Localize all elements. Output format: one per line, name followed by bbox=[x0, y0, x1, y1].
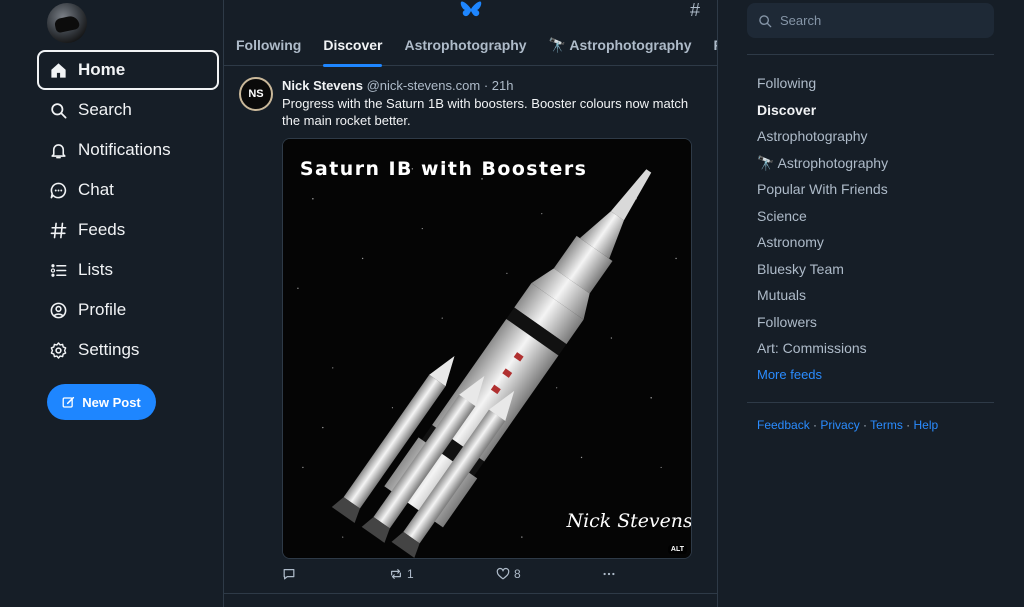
nav-item-settings[interactable]: Settings bbox=[37, 330, 219, 370]
like-button[interactable]: 8 bbox=[496, 567, 521, 581]
tab-discover[interactable]: Discover bbox=[312, 30, 393, 67]
left-sidebar: Home Search Notifications Chat Feeds Lis… bbox=[0, 0, 223, 607]
tab-following[interactable]: Following bbox=[224, 30, 312, 66]
nav-item-search[interactable]: Search bbox=[37, 90, 219, 130]
new-post-button[interactable]: New Post bbox=[47, 384, 156, 420]
profile-icon bbox=[47, 299, 69, 321]
feed-item-bluesky-team[interactable]: Bluesky Team bbox=[757, 259, 888, 286]
bluesky-butterfly-icon[interactable] bbox=[459, 0, 483, 20]
main-feed-column: # Following Discover Astrophotography 🔭 … bbox=[223, 0, 718, 607]
new-post-label: New Post bbox=[82, 394, 141, 410]
heart-icon bbox=[496, 567, 510, 580]
feedback-link[interactable]: Feedback bbox=[757, 418, 810, 432]
nav-label-notifications: Notifications bbox=[78, 140, 171, 159]
feed-item-science[interactable]: Science bbox=[757, 206, 888, 233]
author-name[interactable]: Nick Stevens bbox=[282, 78, 363, 93]
image-signature: Nick Stevens bbox=[566, 510, 691, 532]
post-card[interactable]: NS Nick Stevens @nick-stevens.com · 21h … bbox=[224, 67, 717, 594]
nav-item-profile[interactable]: Profile bbox=[37, 290, 219, 330]
nav-item-home[interactable]: Home bbox=[37, 50, 219, 90]
nav-label-lists: Lists bbox=[78, 260, 113, 279]
feed-item-mutuals[interactable]: Mutuals bbox=[757, 285, 888, 312]
nav-item-lists[interactable]: Lists bbox=[37, 250, 219, 290]
tab-telescope-astrophotography[interactable]: 🔭 Astrophotography bbox=[538, 30, 703, 66]
feed-item-following[interactable]: Following bbox=[757, 73, 888, 100]
nav-item-notifications[interactable]: Notifications bbox=[37, 130, 219, 170]
repost-button[interactable]: 1 bbox=[389, 567, 414, 581]
repost-count: 1 bbox=[407, 567, 414, 581]
feed-item-art-commissions[interactable]: Art: Commissions bbox=[757, 338, 888, 365]
more-options-button[interactable] bbox=[602, 567, 620, 581]
post-header: Nick Stevens @nick-stevens.com · 21h bbox=[282, 78, 513, 93]
hash-icon bbox=[47, 219, 69, 241]
privacy-link[interactable]: Privacy bbox=[820, 418, 859, 432]
reply-icon bbox=[283, 569, 295, 580]
divider bbox=[747, 402, 994, 403]
nav-label-home: Home bbox=[78, 60, 126, 79]
post-text: Progress with the Saturn 1B with booster… bbox=[282, 96, 689, 128]
feed-list: Following Discover Astrophotography 🔭 As… bbox=[757, 73, 888, 391]
feeds-hash-button[interactable]: # bbox=[690, 0, 700, 21]
more-feeds-link[interactable]: More feeds bbox=[757, 365, 888, 392]
list-icon bbox=[47, 259, 69, 281]
ellipsis-icon bbox=[603, 572, 615, 576]
reply-button[interactable] bbox=[282, 567, 300, 581]
hash-icon: # bbox=[689, 0, 700, 20]
author-avatar[interactable]: NS bbox=[239, 77, 273, 111]
nav-label-profile: Profile bbox=[78, 300, 127, 319]
search-placeholder: Search bbox=[780, 13, 822, 28]
terms-link[interactable]: Terms bbox=[870, 418, 903, 432]
image-title: Saturn IB with Boosters bbox=[300, 158, 588, 180]
nav-label-feeds: Feeds bbox=[78, 220, 126, 239]
feed-item-telescope-astrophotography[interactable]: 🔭 Astrophotography bbox=[757, 153, 888, 180]
divider bbox=[747, 54, 994, 55]
search-input[interactable]: Search bbox=[747, 3, 994, 38]
bell-icon bbox=[47, 139, 69, 161]
search-icon bbox=[759, 14, 772, 27]
nav-item-feeds[interactable]: Feeds bbox=[37, 210, 219, 250]
home-icon bbox=[47, 59, 69, 81]
nav-label-search: Search bbox=[78, 100, 132, 119]
compose-icon bbox=[62, 396, 75, 408]
feed-tabs: Following Discover Astrophotography 🔭 As… bbox=[224, 30, 718, 67]
post-image[interactable]: Saturn IB with Boosters Nick Stevens ALT bbox=[282, 138, 692, 559]
nav-label-chat: Chat bbox=[78, 180, 114, 199]
gear-icon bbox=[47, 339, 69, 361]
chat-icon bbox=[47, 179, 69, 201]
author-avatar-initials: NS bbox=[248, 88, 264, 100]
post-actions: 1 8 bbox=[282, 567, 702, 585]
feed-item-discover[interactable]: Discover bbox=[757, 100, 888, 127]
feed-item-followers[interactable]: Followers bbox=[757, 312, 888, 339]
help-link[interactable]: Help bbox=[914, 418, 939, 432]
nav-item-chat[interactable]: Chat bbox=[37, 170, 219, 210]
feed-item-astronomy[interactable]: Astronomy bbox=[757, 232, 888, 259]
post-time[interactable]: · 21h bbox=[484, 78, 514, 93]
repost-icon bbox=[391, 569, 401, 579]
tab-popular[interactable]: Pop bbox=[703, 30, 718, 66]
like-count: 8 bbox=[514, 567, 521, 581]
footer-links: Feedback · Privacy · Terms · Help bbox=[757, 418, 939, 432]
feed-item-astrophotography[interactable]: Astrophotography bbox=[757, 126, 888, 153]
rocket-illustration: Saturn IB with Boosters Nick Stevens bbox=[283, 139, 691, 558]
user-avatar[interactable] bbox=[47, 3, 87, 43]
feed-item-popular-with-friends[interactable]: Popular With Friends bbox=[757, 179, 888, 206]
nav-label-settings: Settings bbox=[78, 340, 140, 359]
alt-text-badge[interactable]: ALT bbox=[667, 545, 687, 554]
search-icon bbox=[47, 99, 69, 121]
author-handle[interactable]: @nick-stevens.com bbox=[367, 78, 481, 93]
tab-astrophotography[interactable]: Astrophotography bbox=[393, 30, 537, 66]
main-nav: Home Search Notifications Chat Feeds Lis… bbox=[37, 50, 219, 370]
